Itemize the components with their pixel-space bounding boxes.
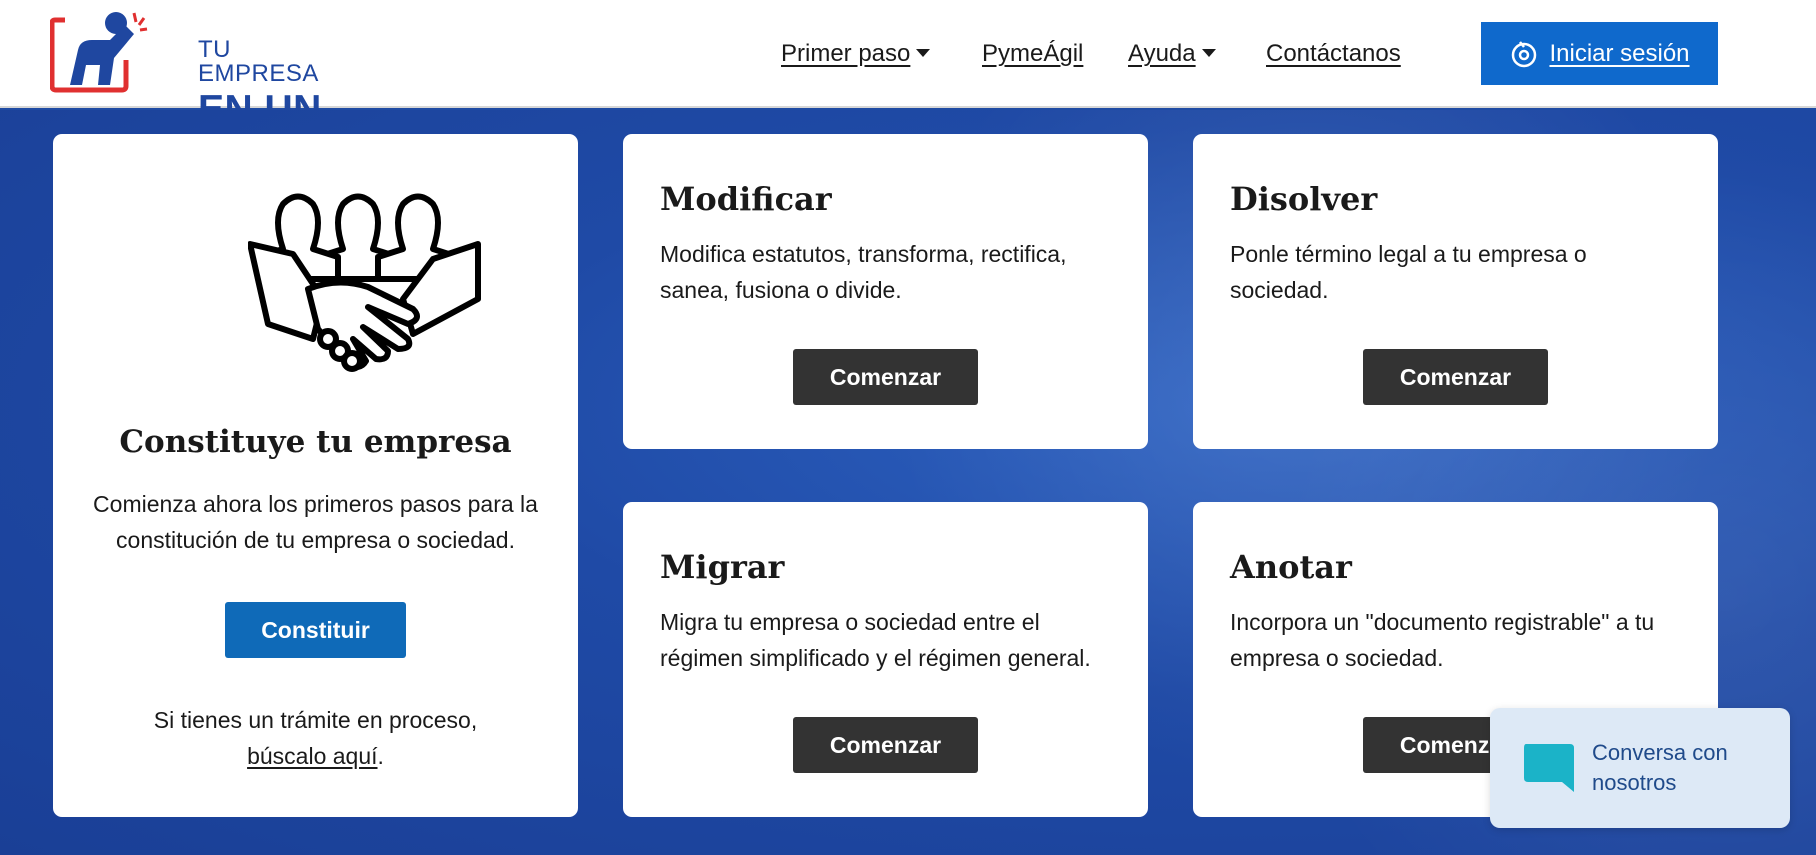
chat-label: Conversa con nosotros (1592, 738, 1728, 798)
login-label: Iniciar sesión (1549, 39, 1690, 67)
logo[interactable]: TU EMPRESA EN UN DÍA (50, 10, 340, 168)
card-migrar: Migrar Migra tu empresa o sociedad entre… (623, 502, 1148, 817)
nav-ayuda-label: Ayuda (1128, 40, 1196, 67)
chat-label-line2: nosotros (1592, 770, 1677, 795)
login-button[interactable]: Iniciar sesión (1481, 22, 1718, 85)
buscalo-aqui-link[interactable]: búscalo aquí (247, 743, 377, 769)
card-disolver-title: Disolver (1230, 180, 1378, 218)
card-constituye: Constituye tu empresa Comienza ahora los… (53, 134, 578, 817)
nav-primer-paso-label: Primer paso (781, 40, 911, 67)
chat-bubble-icon (1524, 744, 1574, 792)
card-constituye-title: Constituye tu empresa (119, 424, 512, 460)
card-modificar: Modificar Modifica estatutos, transforma… (623, 134, 1148, 449)
nav-ayuda[interactable]: Ayuda (1128, 40, 1216, 68)
constituir-button[interactable]: Constituir (225, 602, 406, 658)
process-text-label: Si tienes un trámite en proceso, (153, 707, 478, 733)
nav-primer-paso[interactable]: Primer paso (781, 40, 931, 68)
card-disolver: Disolver Ponle término legal a tu empres… (1193, 134, 1718, 449)
card-modificar-description: Modifica estatutos, transforma, rectific… (660, 241, 1067, 303)
card-migrar-description: Migra tu empresa o sociedad entre el rég… (660, 609, 1091, 671)
logo-line1: TU EMPRESA (198, 36, 319, 87)
logo-icon (50, 12, 148, 93)
chat-widget[interactable]: Conversa con nosotros (1490, 708, 1790, 828)
card-disolver-description: Ponle término legal a tu empresa o socie… (1230, 241, 1587, 303)
process-text: Si tienes un trámite en proceso, búscalo… (73, 702, 558, 774)
card-anotar-description: Incorpora un "documento registrable" a t… (1230, 609, 1655, 671)
migrar-comenzar-button[interactable]: Comenzar (793, 717, 978, 773)
chevron-down-icon (1201, 49, 1216, 57)
process-text-suffix: . (377, 743, 384, 769)
site-header: TU EMPRESA EN UN DÍA Primer paso PymeÁgi… (0, 0, 1816, 168)
chevron-down-icon (916, 49, 931, 57)
nav-pymeagil[interactable]: PymeÁgil (982, 40, 1083, 68)
power-icon (1512, 40, 1537, 67)
handshake-people-icon (248, 193, 481, 372)
disolver-comenzar-button[interactable]: Comenzar (1363, 349, 1548, 405)
card-migrar-title: Migrar (660, 548, 785, 586)
card-modificar-title: Modificar (660, 180, 832, 218)
card-anotar-title: Anotar (1230, 548, 1352, 586)
chat-label-line1: Conversa con (1592, 740, 1728, 765)
nav-contactanos[interactable]: Contáctanos (1266, 40, 1401, 68)
card-constituye-description: Comienza ahora los primeros pasos para l… (93, 491, 538, 553)
modificar-comenzar-button[interactable]: Comenzar (793, 349, 978, 405)
